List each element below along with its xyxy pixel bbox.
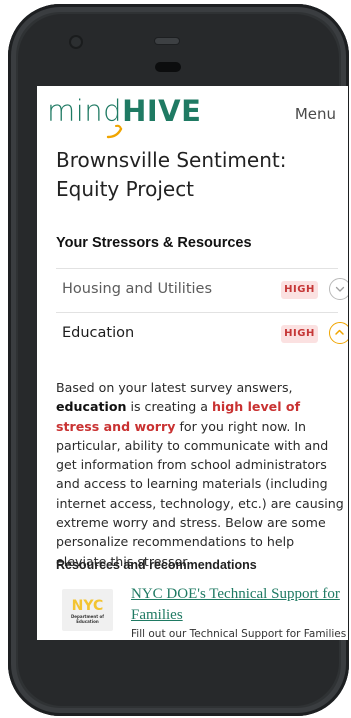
resources-heading: Resources and recommendations <box>56 558 257 572</box>
stressor-row-education[interactable]: Education HIGH <box>56 312 348 357</box>
nyc-logo-text: NYC <box>72 598 104 614</box>
expand-toggle[interactable] <box>329 278 348 300</box>
description-text: Based on your latest survey answers, <box>56 380 293 395</box>
logo-swoosh-icon <box>106 124 123 139</box>
proximity-sensor <box>155 38 179 44</box>
stressor-keyword: education <box>56 399 127 415</box>
page-title: Brownsville Sentiment: Equity Project <box>56 148 287 201</box>
stressor-description: Based on your latest survey answers, edu… <box>56 378 346 571</box>
severity-badge: HIGH <box>281 281 318 299</box>
chevron-up-icon <box>335 329 344 335</box>
nyc-logo-subtext: Education <box>76 619 99 624</box>
menu-button[interactable]: Menu <box>295 105 336 123</box>
stressor-label: Education <box>62 325 135 341</box>
mindhive-logo[interactable]: mindHIVE <box>47 94 201 128</box>
stressor-label: Housing and Utilities <box>62 281 213 297</box>
phone-frame: mindHIVE Menu Brownsville Sentiment: Equ… <box>8 4 349 716</box>
earpiece-speaker <box>155 62 181 72</box>
stressors-heading: Your Stressors & Resources <box>56 235 252 251</box>
stressor-row-housing[interactable]: Housing and Utilities HIGH <box>56 268 348 313</box>
severity-badge: HIGH <box>281 325 318 343</box>
resource-snippet: Fill out our Technical Support for Famil… <box>131 628 347 640</box>
app-screen: mindHIVE Menu Brownsville Sentiment: Equ… <box>37 86 348 640</box>
collapse-toggle[interactable] <box>329 322 348 344</box>
resource-link[interactable]: NYC DOE's Technical Support for Families <box>131 584 341 626</box>
description-text: for you right now. In particular, abilit… <box>56 418 344 569</box>
app-header: mindHIVE Menu <box>37 86 348 146</box>
logo-hive-text: HIVE <box>122 94 202 128</box>
chevron-down-icon <box>335 286 345 292</box>
description-text: is creating a <box>126 399 212 415</box>
nyc-doe-logo-graphic: NYC Department of Education <box>71 598 104 624</box>
logo-mind-text: mind <box>47 94 123 128</box>
nyc-doe-logo: NYC Department of Education <box>62 589 113 631</box>
front-camera <box>71 37 81 47</box>
